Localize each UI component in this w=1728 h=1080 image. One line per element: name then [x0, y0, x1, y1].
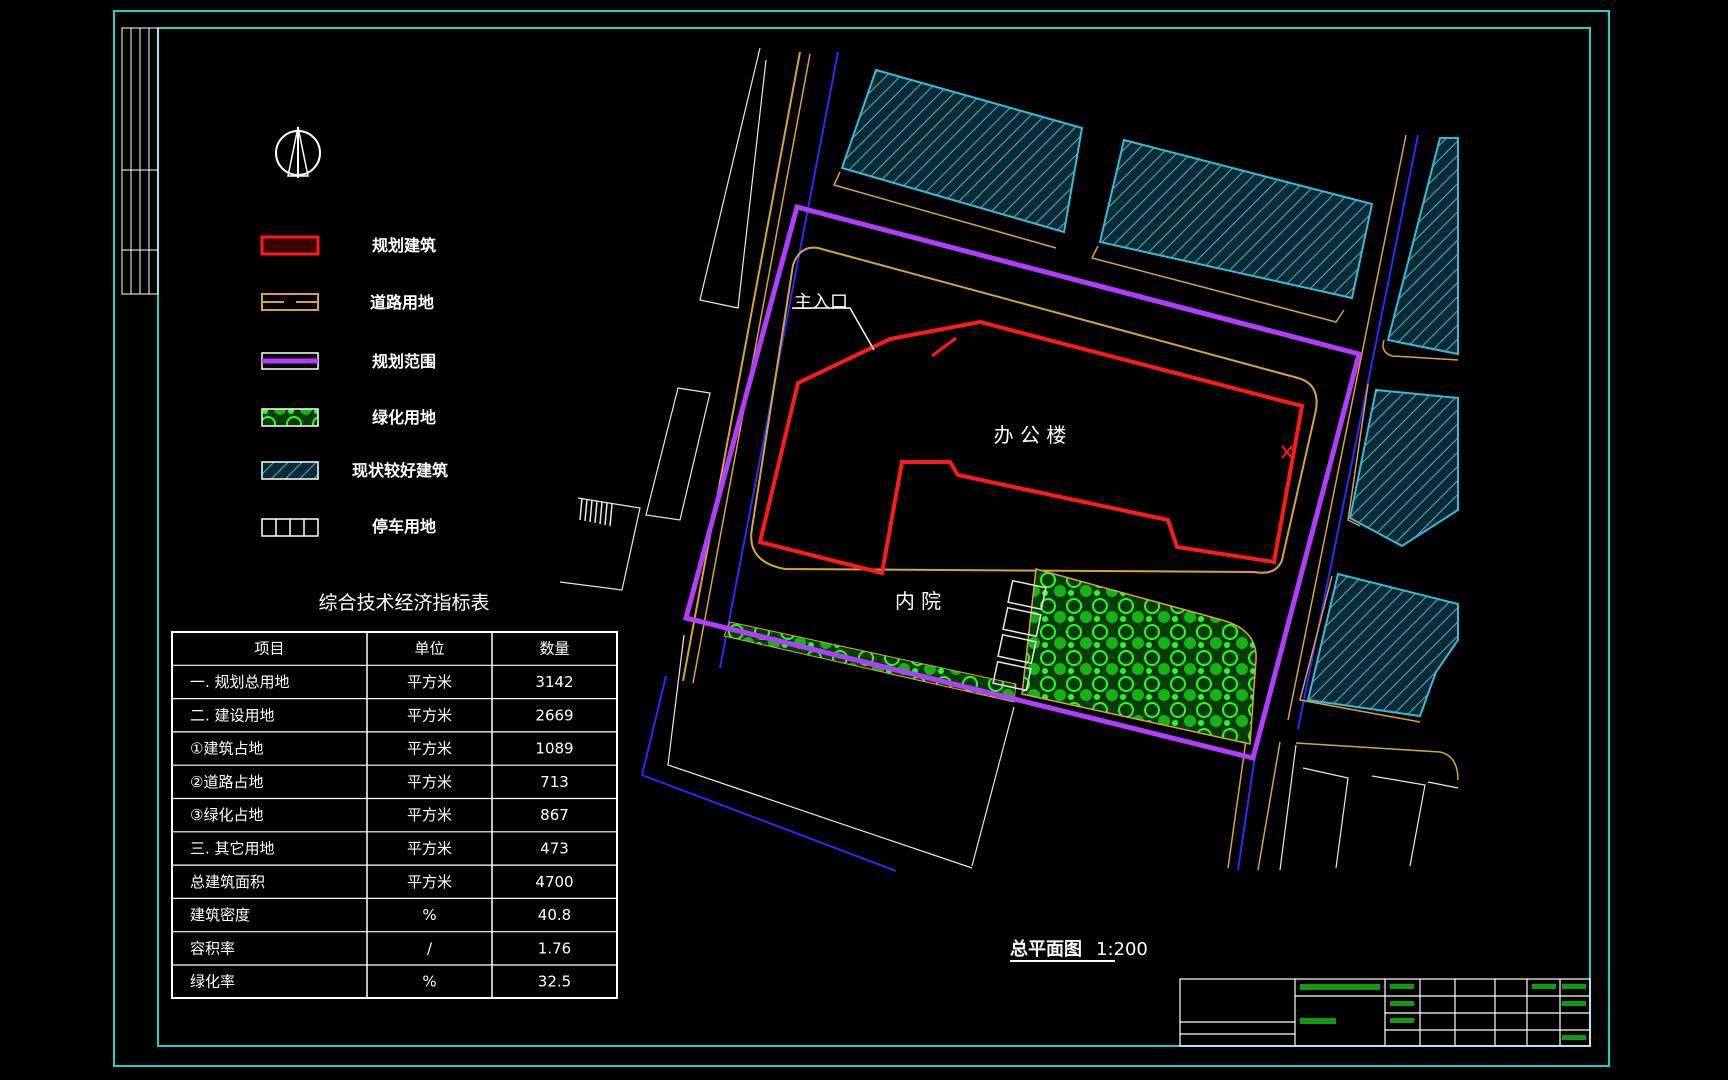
table-cell: 平方米	[407, 839, 452, 857]
existing-building-swatch	[261, 461, 319, 480]
table-cell: 平方米	[407, 706, 452, 724]
table-cell: 32.5	[538, 973, 571, 991]
title-block-marks	[1300, 984, 1586, 1040]
legend-label-planning-boundary: 规划范围	[372, 352, 436, 371]
table-cell: 1089	[535, 740, 573, 758]
table-cell: 4700	[535, 873, 573, 891]
binding-strip	[121, 27, 159, 295]
courtyard-label: 内 院	[895, 589, 941, 613]
inner-frame	[157, 27, 1591, 1047]
table-cell: 总建筑面积	[190, 873, 265, 891]
planning-boundary-swatch	[261, 352, 319, 370]
drawing-title: 总平面图 1:200	[1010, 938, 1148, 962]
legend-label-existing-building: 现状较好建筑	[352, 461, 448, 480]
table-cell: 平方米	[407, 873, 452, 891]
office-inner-line	[931, 336, 957, 358]
table-cell: 平方米	[407, 806, 452, 824]
table-cell: 三. 其它用地	[190, 839, 275, 857]
table-cell: %	[422, 973, 436, 991]
planning-boundary	[682, 203, 1363, 762]
table-cell: 713	[540, 773, 569, 791]
table-cell: 一. 规划总用地	[190, 673, 290, 691]
entrance-leader-line	[792, 307, 875, 351]
legend-label-parking-land: 停车用地	[372, 517, 436, 536]
table-cell: 平方米	[407, 740, 452, 758]
table-cell: 40.8	[538, 906, 571, 924]
table-cell: ①建筑占地	[190, 740, 263, 758]
table-header-cell: 项目	[254, 640, 284, 658]
indicator-table-title: 综合技术经济指标表	[318, 592, 489, 614]
indicator-table: 项目 单位 数量一. 规划总用地 平方米 3142二. 建设用地 平方米 2669①建筑占地…	[171, 631, 618, 999]
table-header-cell: 单位	[414, 640, 444, 658]
table-cell: 平方米	[407, 773, 452, 791]
legend-label-road-land: 道路用地	[370, 293, 434, 312]
office-fire-mark	[1281, 445, 1293, 459]
table-cell: 建筑密度	[190, 906, 250, 924]
table-cell: 473	[540, 839, 569, 857]
green-land	[1021, 568, 1257, 745]
table-cell: 3142	[535, 673, 573, 691]
table-cell: 容积率	[190, 939, 235, 957]
office-building-label: 办 公 楼	[994, 423, 1067, 447]
table-cell: 867	[540, 806, 569, 824]
north-arrow-icon	[275, 126, 321, 178]
site-map: 主入口 办 公 楼 内 院	[559, 47, 1459, 872]
site-plan-drawing: 规划建筑 道路用地 规划范围 绿化用地 现状较好建筑 停车用地 综合技术经济指标…	[113, 10, 1610, 1067]
drawing-scale-text: 1:200	[1096, 939, 1148, 960]
legend: 规划建筑 道路用地 规划范围 绿化用地 现状较好建筑 停车用地	[260, 235, 448, 537]
table-cell: 二. 建设用地	[190, 706, 275, 724]
existing-building	[1348, 388, 1459, 548]
parking-land-swatch	[261, 518, 319, 537]
legend-label-green-land: 绿化用地	[372, 408, 436, 427]
main-entrance-label: 主入口	[794, 292, 848, 313]
table-cell: 平方米	[407, 673, 452, 691]
existing-building	[840, 68, 1084, 234]
table-cell: /	[427, 939, 433, 957]
table-cell: %	[422, 906, 436, 924]
table-cell: ②道路占地	[190, 773, 263, 791]
table-cell: 绿化率	[190, 973, 235, 991]
planned-office-building	[757, 319, 1305, 576]
table-cell: 2669	[535, 706, 573, 724]
title-block	[1179, 978, 1591, 1047]
table-header-cell: 数量	[539, 640, 569, 658]
existing-building	[1306, 572, 1459, 718]
road-land-swatch	[261, 293, 319, 311]
existing-building	[1098, 138, 1374, 300]
green-land-swatch	[261, 408, 319, 427]
planned-building-swatch	[260, 235, 320, 256]
legend-label-planned-building: 规划建筑	[372, 236, 436, 255]
drawing-title-text: 总平面图	[1010, 938, 1082, 960]
table-cell: ③绿化占地	[190, 806, 263, 824]
table-cell: 1.76	[538, 939, 571, 957]
